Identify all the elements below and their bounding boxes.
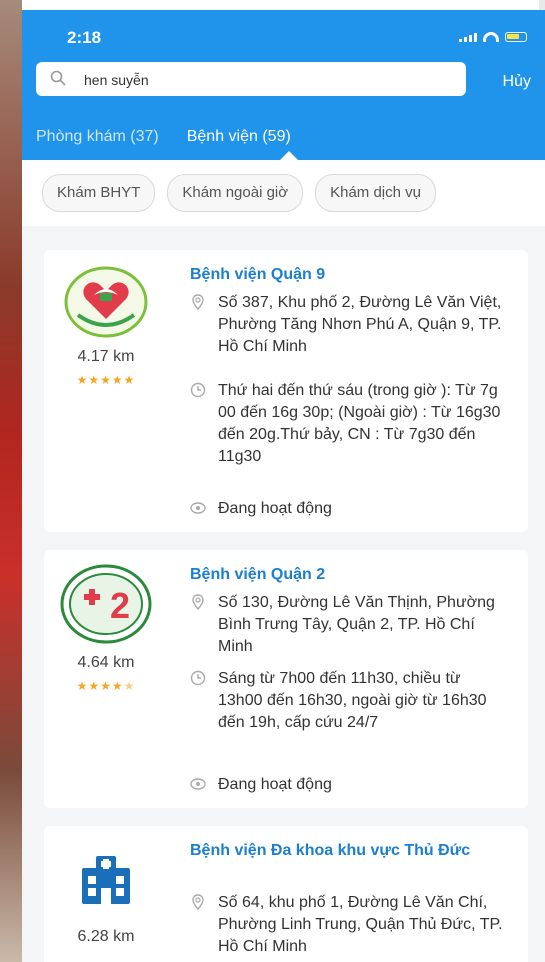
status-icon <box>190 778 206 790</box>
status-time: 2:18 <box>67 28 102 47</box>
hospital-logo: 2 <box>58 564 154 644</box>
address-text: Số 130, Đường Lê Văn Thịnh, Phường Bình … <box>218 594 495 655</box>
hours-text: Thứ hai đến thứ sáu (trong giờ ): Từ 7g … <box>218 382 501 465</box>
hospital-logo <box>58 840 154 920</box>
location-pin-icon <box>192 594 204 610</box>
signal-icon <box>459 32 477 42</box>
hospital-name[interactable]: Bệnh viện Đa khoa khu vực Thủ Đức <box>190 840 510 862</box>
filter-chips: Khám BHYT Khám ngoài giờ Khám dịch vụ <box>22 160 545 226</box>
hospital-card[interactable]: 4.17 km ★★★★★ Bệnh viện Quận 9 Số 387, K… <box>44 250 528 532</box>
distance: 4.17 km <box>77 348 135 365</box>
filter-chip-after-hours[interactable]: Khám ngoài giờ <box>167 174 304 212</box>
tab-bar: Phòng khám (37) Bệnh viện (59) <box>36 128 291 146</box>
hospital-name[interactable]: Bệnh viện Quận 2 <box>190 564 510 586</box>
status-text: Đang hoạt động <box>218 500 332 517</box>
search-input[interactable] <box>82 62 456 98</box>
background-photo-edge <box>0 0 22 962</box>
battery-icon <box>505 32 527 42</box>
search-box[interactable] <box>36 62 466 98</box>
rating-stars: ★★★★★ <box>76 373 136 387</box>
active-tab-indicator <box>280 151 298 160</box>
address-text: Số 387, Khu phố 2, Đường Lê Văn Việt, Ph… <box>218 294 502 355</box>
hospital-logo <box>58 262 154 342</box>
svg-text:2: 2 <box>110 585 130 626</box>
hospital-building-icon <box>82 856 130 904</box>
address-text: Số 64, khu phố 1, Đường Lê Văn Chí, Phườ… <box>218 894 503 955</box>
tab-clinics[interactable]: Phòng khám (37) <box>36 128 159 146</box>
cancel-button[interactable]: Hủy <box>497 72 537 92</box>
clock-icon <box>190 670 206 686</box>
hospital-logo-icon <box>64 266 148 338</box>
status-icons <box>459 32 527 42</box>
hospital-card[interactable]: 6.28 km Bệnh viện Đa khoa khu vực Thủ Đứ… <box>44 826 528 962</box>
distance: 4.64 km <box>77 654 135 671</box>
location-pin-icon <box>192 294 204 310</box>
rating-stars: ★★★★★ <box>76 679 136 693</box>
clock-icon <box>190 382 206 398</box>
location-pin-icon <box>192 894 204 910</box>
hospital-name[interactable]: Bệnh viện Quận 9 <box>190 264 510 286</box>
status-icon <box>190 502 206 514</box>
status-text: Đang hoạt động <box>218 776 332 793</box>
distance: 6.28 km <box>77 928 135 945</box>
wifi-icon <box>483 32 499 42</box>
app-screen: 2:18 Hủy Phòng khám (37) Bệnh viện (59) … <box>22 10 545 962</box>
filter-chip-bhyt[interactable]: Khám BHYT <box>42 174 156 212</box>
header: 2:18 Hủy Phòng khám (37) Bệnh viện (59) <box>22 10 545 160</box>
search-icon <box>50 70 66 86</box>
hospital-card[interactable]: 2 4.64 km ★★★★★ Bệnh viện Quận 2 Số 130,… <box>44 550 528 808</box>
hours-text: Sáng từ 7h00 đến 11h30, chiều từ 13h00 đ… <box>218 670 487 731</box>
tab-hospitals[interactable]: Bệnh viện (59) <box>187 128 291 146</box>
hospital-logo-icon: 2 <box>60 564 152 644</box>
filter-chip-service[interactable]: Khám dịch vụ <box>315 174 436 212</box>
